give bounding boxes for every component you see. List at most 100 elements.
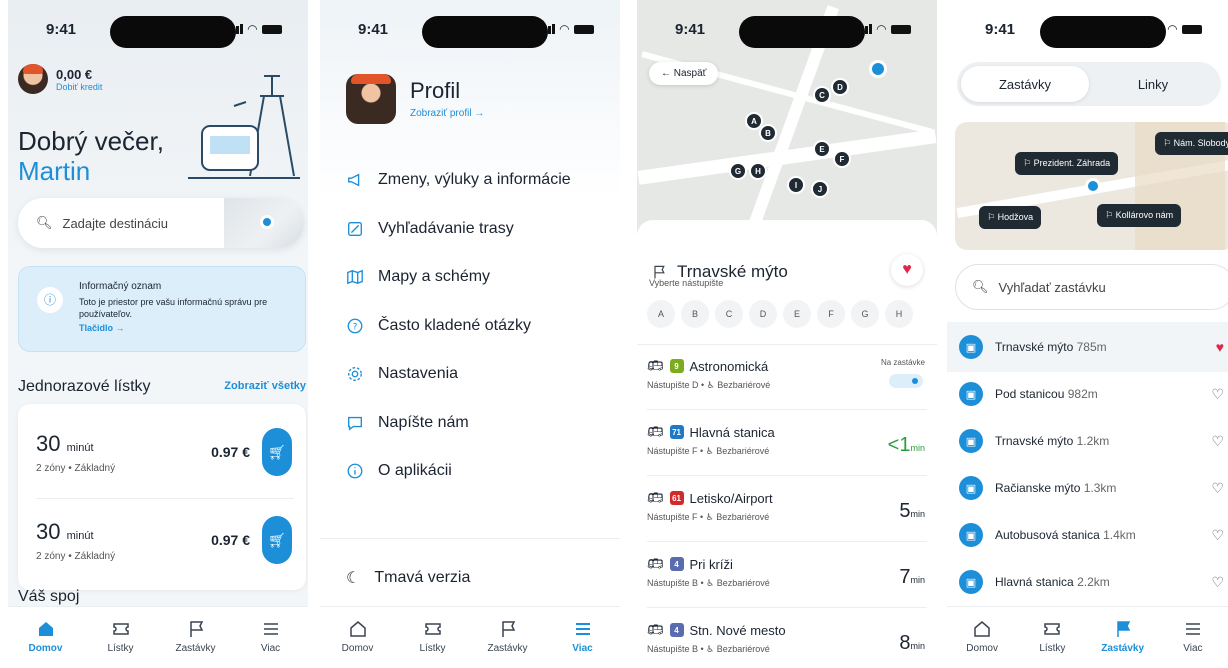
profile-screen: 9:41 ◠ Profil Zobraziť profil → Zmeny, vý… [320,0,620,668]
stop-distance: 982m [1067,387,1098,401]
menu-item-about[interactable]: O aplikácii [346,447,571,496]
menu-item-maps[interactable]: Mapy a schémy [346,253,571,302]
stops-map[interactable]: ⚐ Prezident. Záhrada ⚐ Nám. Slobody ⚐ Ho… [955,122,1228,250]
menu-item-settings[interactable]: Nastavenia [346,350,571,399]
stop-marker[interactable]: F [833,150,851,168]
avatar[interactable] [18,64,48,94]
tab-stops[interactable]: Zastávky [166,619,226,654]
departure-row[interactable]: 🚌︎ 9 Astronomická Nástupište D • ♿ Bezbarié… [647,344,927,410]
departure-destination: Astronomická [689,358,769,374]
stop-marker[interactable]: I [787,176,805,194]
stop-list-item[interactable]: ▣ Račianske mýto 1.3km ♡ [947,463,1228,513]
tab-more[interactable]: Viac [1163,619,1223,654]
map-stop-label[interactable]: ⚐ Kollárovo nám [1097,204,1182,227]
stop-marker[interactable]: H [749,162,767,180]
stop-distance: 1.3km [1083,481,1117,495]
stop-marker[interactable]: E [813,140,831,158]
wallet-header[interactable]: 0,00 € Dobiť kredit [18,64,102,94]
favorite-button[interactable]: ♥ [891,254,923,286]
stop-marker[interactable]: B [759,124,777,142]
menu-item-faq[interactable]: ? Často kladené otázky [346,302,571,351]
tab-stops[interactable]: Zastávky [1093,619,1153,654]
ticket-item[interactable]: 30 minút 2 zóny • Základný 0.97 € 🛒︎ [36,500,294,580]
map-stop-label[interactable]: ⚐ Prezident. Záhrada [1015,152,1119,175]
dark-mode-toggle[interactable]: ☾ Tmavá verzia [346,554,470,603]
menu-item-route[interactable]: Vyhľadávanie trasy [346,205,571,254]
ticket-item[interactable]: 30 minút 2 zóny • Základný 0.97 € 🛒︎ [36,412,294,492]
departure-row[interactable]: 🚌︎ 71 Hlavná stanica Nástupište F • ♿ Bezba… [647,410,927,476]
segment-stops[interactable]: Zastávky [961,66,1089,102]
platform-chip[interactable]: E [783,300,811,328]
notice-button[interactable]: Tlačidlo → [79,322,293,334]
heart-icon[interactable]: ♥ [1216,339,1224,355]
platform-chip[interactable]: D [749,300,777,328]
platform-chip[interactable]: B [681,300,709,328]
stop-name: Račianske mýto [995,481,1081,495]
stop-marker[interactable]: D [831,78,849,96]
stop-list-item[interactable]: ▣ Trnavské mýto 1.2km ♡ [947,416,1228,466]
line-badge: 4 [669,557,684,571]
tab-home[interactable]: Domov [952,619,1012,654]
stop-search[interactable]: 🔍︎ Vyhľadať zastávku [955,264,1228,310]
profile-avatar[interactable] [346,74,396,124]
stop-sheet: Trnavské mýto ♥ Vyberte nástupište ABCDE… [637,220,937,668]
stop-distance: 1.2km [1076,434,1110,448]
platform-chip[interactable]: H [885,300,913,328]
platform-chip[interactable]: F [817,300,845,328]
departure-eta: 5min [899,500,925,523]
flag-icon: ⚐ [987,212,998,222]
map-stop-label[interactable]: ⚐ Nám. Slobody [1155,132,1228,155]
cart-button[interactable]: 🛒︎ [262,428,292,476]
tab-more[interactable]: Viac [241,619,301,654]
stop-marker[interactable]: C [813,86,831,104]
departure-platform: Nástupište B • ♿ Bezbariérové [647,578,770,588]
home-icon [38,622,53,636]
tab-more[interactable]: Viac [553,619,613,654]
status-icons: ◠ [539,22,594,36]
stop-marker[interactable]: G [729,162,747,180]
heart-outline-icon[interactable]: ♡ [1211,574,1224,591]
tab-stops[interactable]: Zastávky [478,619,538,654]
departure-row[interactable]: 🚌︎ 4 Stn. Nové mesto Nástupište B • ♿ Bezba… [647,608,927,668]
choose-platform-label: Vyberte nástupište [649,278,724,288]
stop-distance: 785m [1076,340,1107,354]
eta-unit: min [910,575,925,585]
stop-marker[interactable]: J [811,180,829,198]
tab-tickets[interactable]: Lístky [403,619,463,654]
view-profile-link[interactable]: Zobraziť profil → [410,108,484,119]
cart-button[interactable]: 🛒︎ [262,516,292,564]
menu-label: Napíšte nám [378,413,469,431]
tab-home[interactable]: Domov [328,619,388,654]
menu-label: Mapy a schémy [378,268,491,286]
menu-item-changes[interactable]: Zmeny, výluky a informácie [346,156,571,205]
topup-link[interactable]: Dobiť kredit [56,82,102,92]
heart-outline-icon[interactable]: ♡ [1211,527,1224,544]
tab-label: Lístky [107,643,134,654]
stop-name: Trnavské mýto [995,434,1074,448]
tab-tickets[interactable]: Lístky [91,619,151,654]
tab-home[interactable]: Domov [16,619,76,654]
stop-list-item[interactable]: ▣ Trnavské mýto 785m ♥ [947,322,1228,372]
line-badge: 71 [669,425,684,439]
segment-lines[interactable]: Linky [1089,66,1217,102]
eta-unit: min [910,509,925,519]
map-stop-label[interactable]: ⚐ Hodžova [979,206,1042,229]
heart-outline-icon[interactable]: ♡ [1211,433,1224,450]
tab-tickets[interactable]: Lístky [1022,619,1082,654]
heart-outline-icon[interactable]: ♡ [1211,386,1224,403]
ticket-desc: 2 zóny • Základný [36,550,116,562]
stop-list-item[interactable]: ▣ Pod stanicou 982m ♡ [947,369,1228,419]
stop-list-item[interactable]: ▣ Autobusová stanica 1.4km ♡ [947,510,1228,560]
back-button[interactable]: ← Naspäť [649,62,719,85]
platform-chip[interactable]: C [715,300,743,328]
show-all-link[interactable]: Zobraziť všetky [224,380,306,392]
departure-row[interactable]: 🚌︎ 61 Letisko/Airport Nástupište F • ♿ Bezb… [647,476,927,542]
heart-outline-icon[interactable]: ♡ [1211,480,1224,497]
platform-chip[interactable]: G [851,300,879,328]
departure-row[interactable]: 🚌︎ 4 Pri kríži Nástupište B • ♿ Bezbariérov… [647,542,927,608]
menu-item-contact[interactable]: Napíšte nám [346,399,571,448]
destination-search[interactable]: 🔍︎ Zadajte destináciu [18,198,304,248]
departure-platform: Nástupište F • ♿ Bezbariérové [647,446,770,456]
stop-list-item[interactable]: ▣ Hlavná stanica 2.2km ♡ [947,557,1228,607]
platform-chip[interactable]: A [647,300,675,328]
